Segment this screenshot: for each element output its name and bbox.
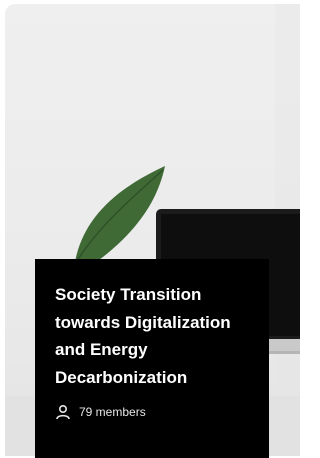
person-icon <box>55 404 71 420</box>
community-title[interactable]: Society Transition towards Digitalizatio… <box>55 281 255 391</box>
community-info-panel: Society Transition towards Digitalizatio… <box>35 259 269 458</box>
members-label: 79 members <box>79 405 146 419</box>
community-card[interactable]: Society Transition towards Digitalizatio… <box>0 0 300 458</box>
members-count: 79 members <box>55 404 146 420</box>
